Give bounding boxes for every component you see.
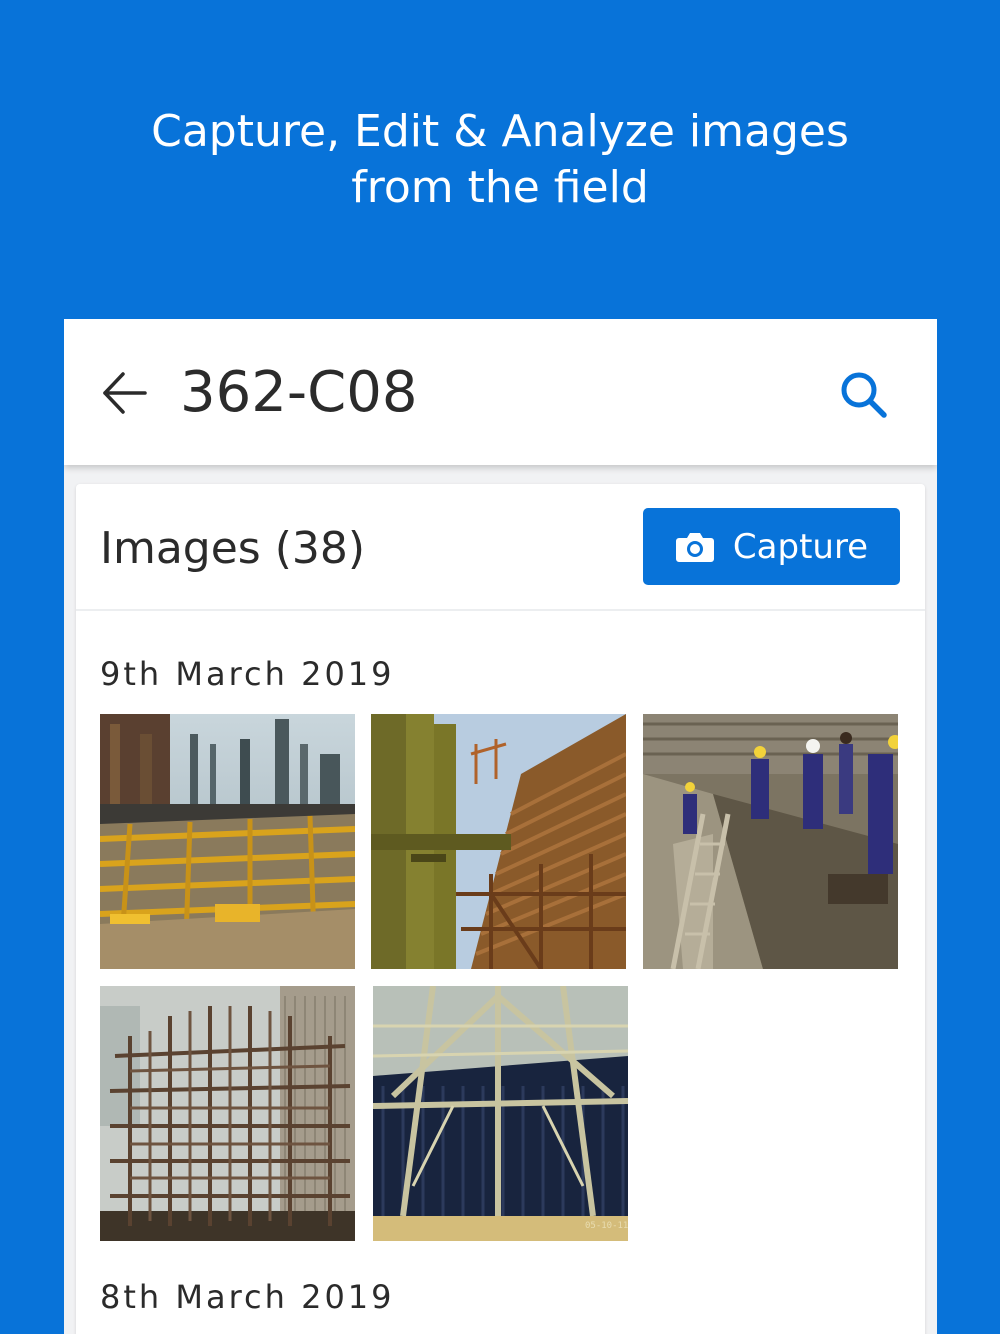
capture-button[interactable]: Capture [643, 508, 900, 585]
page-title: 362-C08 [180, 360, 418, 425]
photo-date-stamp: 05-10-11 [585, 1221, 628, 1231]
search-button[interactable] [832, 363, 896, 427]
date-group-label: 8th March 2019 [100, 1278, 395, 1316]
promo-headline: Capture, Edit & Analyze images from the … [0, 104, 1000, 216]
images-count-title: Images (38) [100, 523, 366, 574]
images-card-header: Images (38) Capture [76, 484, 925, 611]
search-icon [841, 372, 887, 418]
camera-icon [675, 532, 714, 562]
capture-button-label: Capture [732, 526, 869, 567]
photo-thumbnail[interactable] [100, 714, 355, 969]
pipes-and-louvers-photo [371, 714, 626, 969]
date-group-label: 9th March 2019 [100, 655, 395, 693]
photo-thumbnail[interactable] [643, 714, 898, 969]
images-card: Images (38) Capture 9th March 2019 05-10… [76, 484, 925, 1334]
app-screen: 362-C08 Images (38) Capture 9th March 20… [64, 319, 937, 1334]
timber-scaffold-frame-photo [100, 986, 355, 1241]
back-button[interactable] [94, 363, 154, 423]
promo-headline-line-2: from the field [351, 162, 649, 213]
workers-at-basin-photo [643, 714, 898, 969]
refinery-deck-structure-photo [100, 714, 355, 969]
promo-headline-line-1: Capture, Edit & Analyze images [151, 106, 849, 157]
photo-thumbnail[interactable]: 05-10-11 [373, 986, 628, 1241]
timber-truss-over-fill-photo: 05-10-11 [373, 986, 628, 1241]
app-bar: 362-C08 [64, 319, 937, 465]
photo-thumbnail[interactable] [371, 714, 626, 969]
arrow-left-icon [103, 372, 147, 414]
photo-thumbnail[interactable] [100, 986, 355, 1241]
